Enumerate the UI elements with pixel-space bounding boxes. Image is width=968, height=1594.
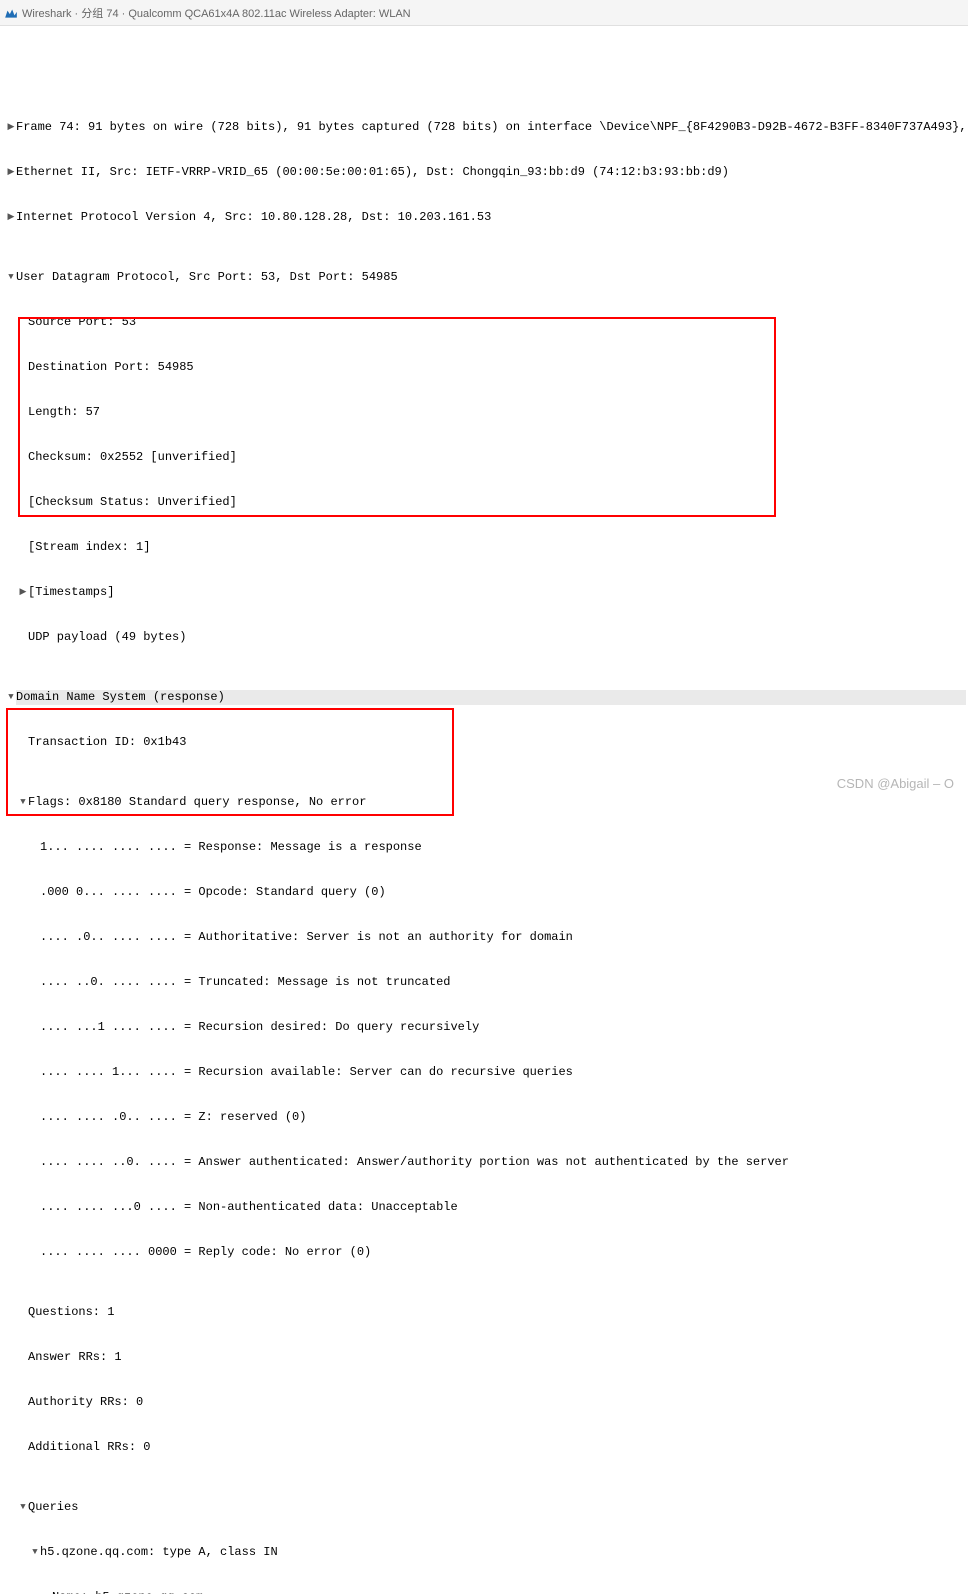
dns-txid[interactable]: ·Transaction ID: 0x1b43 [6,735,968,750]
udp-timestamps[interactable]: ▶[Timestamps] [6,585,968,600]
window-title: Wireshark · 分组 74 · Qualcomm QCA61x4A 80… [22,5,411,21]
wireshark-icon [4,6,18,20]
flag-opcode[interactable]: ·.000 0... .... .... = Opcode: Standard … [6,885,968,900]
udp-stream-index[interactable]: ·[Stream index: 1] [6,540,968,555]
titlebar: Wireshark · 分组 74 · Qualcomm QCA61x4A 80… [0,0,968,26]
chevron-down-icon[interactable]: ▼ [6,690,16,705]
chevron-down-icon[interactable]: ▼ [18,1500,28,1515]
flag-z[interactable]: ·.... .... .0.. .... = Z: reserved (0) [6,1110,968,1125]
dns-flags[interactable]: ▼Flags: 0x8180 Standard query response, … [6,795,968,810]
tree-item-udp[interactable]: ▼User Datagram Protocol, Src Port: 53, D… [6,270,968,285]
udp-checksum-status[interactable]: ·[Checksum Status: Unverified] [6,495,968,510]
flag-reply-code[interactable]: ·.... .... .... 0000 = Reply code: No er… [6,1245,968,1260]
dns-additional-rrs[interactable]: ·Additional RRs: 0 [6,1440,968,1455]
dns-answer-rrs[interactable]: ·Answer RRs: 1 [6,1350,968,1365]
query-0-name[interactable]: ·Name: h5.qzone.qq.com [6,1590,968,1594]
flag-recursion-available[interactable]: ·.... .... 1... .... = Recursion availab… [6,1065,968,1080]
udp-dst-port[interactable]: ·Destination Port: 54985 [6,360,968,375]
packet-details: ▶Frame 74: 91 bytes on wire (728 bits), … [0,26,968,1594]
flag-answer-auth[interactable]: ·.... .... ..0. .... = Answer authentica… [6,1155,968,1170]
flag-authoritative[interactable]: ·.... .0.. .... .... = Authoritative: Se… [6,930,968,945]
tree-item-ethernet[interactable]: ▶Ethernet II, Src: IETF-VRRP-VRID_65 (00… [6,165,968,180]
chevron-down-icon[interactable]: ▼ [30,1545,40,1560]
query-0[interactable]: ▼h5.qzone.qq.com: type A, class IN [6,1545,968,1560]
flag-response[interactable]: ·1... .... .... .... = Response: Message… [6,840,968,855]
dns-authority-rrs[interactable]: ·Authority RRs: 0 [6,1395,968,1410]
tree-item-ip[interactable]: ▶Internet Protocol Version 4, Src: 10.80… [6,210,968,225]
chevron-right-icon[interactable]: ▶ [6,165,16,180]
udp-payload[interactable]: ·UDP payload (49 bytes) [6,630,968,645]
chevron-right-icon[interactable]: ▶ [6,120,16,135]
chevron-down-icon[interactable]: ▼ [18,795,28,810]
udp-checksum[interactable]: ·Checksum: 0x2552 [unverified] [6,450,968,465]
tree-item-dns[interactable]: ▼Domain Name System (response) [6,690,968,705]
watermark: CSDN @Abigail – O [837,776,954,791]
udp-length[interactable]: ·Length: 57 [6,405,968,420]
dns-questions-count[interactable]: ·Questions: 1 [6,1305,968,1320]
chevron-right-icon[interactable]: ▶ [6,210,16,225]
flag-non-auth[interactable]: ·.... .... ...0 .... = Non-authenticated… [6,1200,968,1215]
tree-item-frame[interactable]: ▶Frame 74: 91 bytes on wire (728 bits), … [6,120,968,135]
udp-src-port[interactable]: ·Source Port: 53 [6,315,968,330]
chevron-down-icon[interactable]: ▼ [6,270,16,285]
flag-recursion-desired[interactable]: ·.... ...1 .... .... = Recursion desired… [6,1020,968,1035]
flag-truncated[interactable]: ·.... ..0. .... .... = Truncated: Messag… [6,975,968,990]
chevron-right-icon[interactable]: ▶ [18,585,28,600]
dns-queries[interactable]: ▼Queries [6,1500,968,1515]
